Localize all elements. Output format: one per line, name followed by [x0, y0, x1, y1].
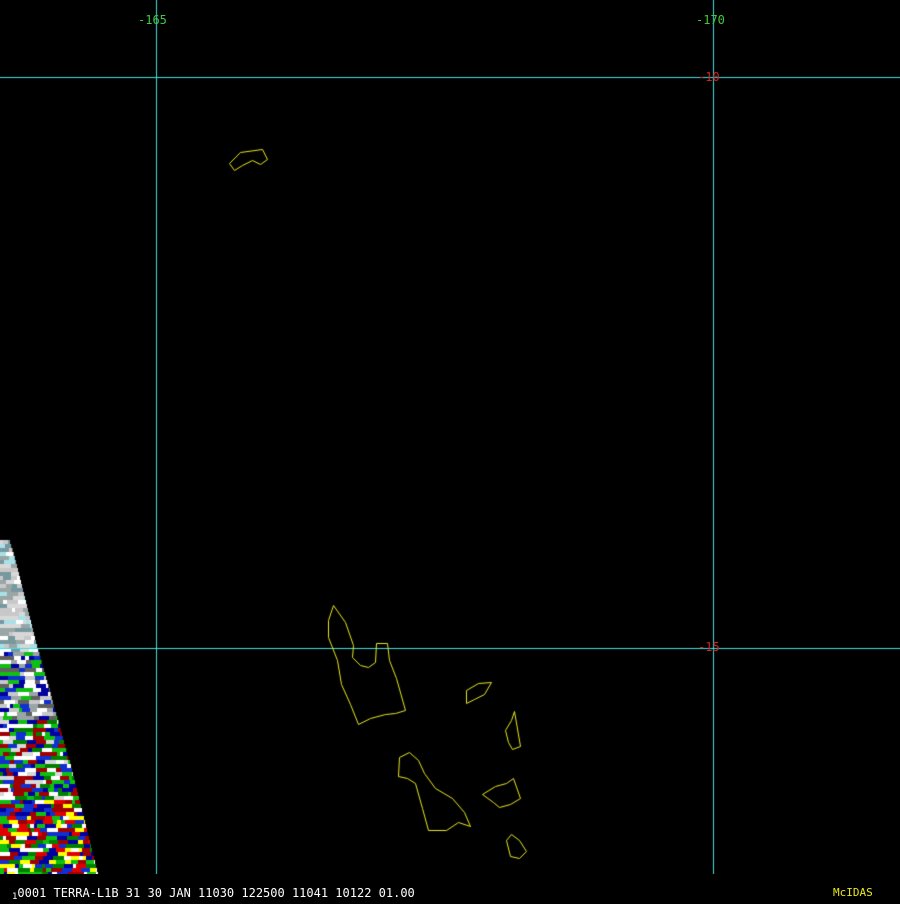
lat-label-15: -15 [698, 640, 720, 654]
brand-label: McIDAS [833, 886, 873, 899]
satellite-image [0, 0, 900, 900]
lat-label-10: -10 [698, 70, 720, 84]
lon-label-170: -170 [696, 13, 725, 27]
status-text: 10001 TERRA-L1B 31 30 JAN 11030 122500 1… [12, 886, 415, 904]
status-bar: 10001 TERRA-L1B 31 30 JAN 11030 122500 1… [0, 874, 900, 902]
status-line: 0001 TERRA-L1B 31 30 JAN 11030 122500 11… [17, 886, 415, 900]
lon-label-165: -165 [138, 13, 167, 27]
